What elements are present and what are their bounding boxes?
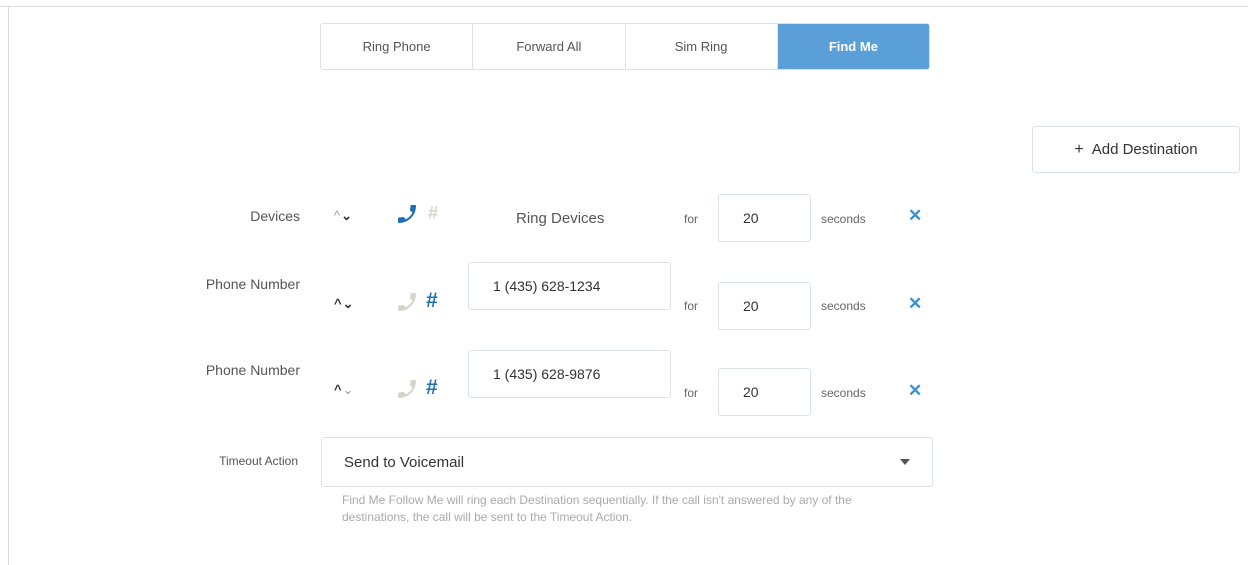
add-destination-label: Add Destination bbox=[1091, 141, 1198, 158]
seconds-input[interactable]: 20 bbox=[718, 282, 811, 330]
timeout-help-text: Find Me Follow Me will ring each Destina… bbox=[342, 493, 852, 524]
timeout-action-select[interactable]: Send to Voicemail bbox=[321, 437, 933, 487]
remove-destination-icon[interactable]: ✕ bbox=[908, 294, 922, 314]
hash-icon[interactable]: # bbox=[426, 289, 438, 313]
timeout-action-value: Send to Voicemail bbox=[344, 453, 465, 471]
move-up-icon[interactable]: ^ bbox=[334, 296, 343, 311]
remove-destination-icon[interactable]: ✕ bbox=[908, 206, 922, 226]
seconds-label: seconds bbox=[821, 212, 866, 226]
row-label-phone-number: Phone Number bbox=[205, 276, 300, 292]
seconds-input[interactable]: 20 bbox=[718, 368, 811, 416]
seconds-label: seconds bbox=[821, 299, 866, 313]
move-down-icon[interactable]: ⌄ bbox=[343, 382, 355, 397]
for-label: for bbox=[684, 212, 699, 226]
add-destination-button[interactable]: + Add Destination bbox=[1032, 126, 1240, 173]
hash-icon[interactable]: # bbox=[428, 203, 438, 224]
for-label: for bbox=[684, 386, 699, 400]
phone-number-input[interactable]: 1 (435) 628-1234 bbox=[468, 262, 671, 310]
remove-destination-icon[interactable]: ✕ bbox=[908, 381, 922, 401]
phone-icon[interactable] bbox=[395, 377, 419, 401]
row-label-phone-number: Phone Number bbox=[205, 362, 300, 378]
phone-icon[interactable] bbox=[395, 202, 419, 226]
move-down-icon[interactable]: ⌄ bbox=[341, 208, 353, 223]
phone-icon[interactable] bbox=[395, 290, 419, 314]
tab-sim-ring[interactable]: Sim Ring bbox=[625, 24, 778, 69]
sort-arrows: ^⌄ bbox=[334, 208, 353, 224]
sort-arrows: ^⌄ bbox=[334, 296, 355, 312]
tab-find-me[interactable]: Find Me bbox=[777, 24, 929, 69]
for-label: for bbox=[684, 299, 699, 313]
row-label-devices: Devices bbox=[250, 208, 300, 224]
tab-ring-phone[interactable]: Ring Phone bbox=[321, 24, 474, 69]
mode-tabs: Ring Phone Forward All Sim Ring Find Me bbox=[320, 23, 930, 70]
left-divider bbox=[8, 6, 9, 565]
dropdown-caret-icon bbox=[900, 459, 910, 465]
hash-icon[interactable]: # bbox=[426, 376, 438, 400]
move-up-icon[interactable]: ^ bbox=[334, 382, 343, 397]
top-divider bbox=[0, 6, 1248, 7]
tab-forward-all[interactable]: Forward All bbox=[473, 24, 626, 69]
sort-arrows: ^⌄ bbox=[334, 382, 355, 398]
move-down-icon[interactable]: ⌄ bbox=[343, 296, 355, 311]
phone-number-input[interactable]: 1 (435) 628-9876 bbox=[468, 350, 671, 398]
ring-devices-text: Ring Devices bbox=[516, 210, 605, 227]
seconds-input[interactable]: 20 bbox=[718, 194, 811, 242]
plus-icon: + bbox=[1074, 140, 1084, 158]
seconds-label: seconds bbox=[821, 386, 866, 400]
timeout-action-label: Timeout Action bbox=[219, 454, 298, 468]
